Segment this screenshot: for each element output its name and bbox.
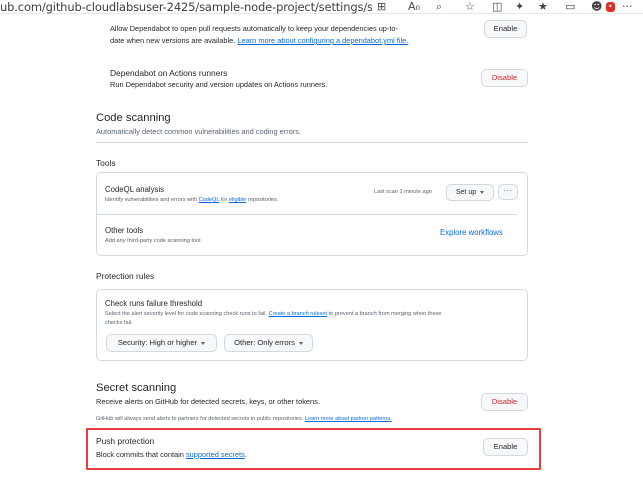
push-protection-highlight (86, 428, 541, 470)
tools-divider (97, 214, 517, 215)
eligible-link[interactable]: eligible (229, 197, 246, 203)
chevron-down-icon (298, 341, 303, 345)
dependabot-runners-desc: Run Dependabot security and version upda… (110, 80, 328, 89)
dependabot-runners-disable-button[interactable]: Disable (481, 69, 528, 87)
extensions-icon[interactable]: ✦ (515, 0, 524, 14)
partner-patterns-note: GitHub will always send alerts to partne… (96, 416, 392, 422)
notification-badge: • (606, 2, 615, 12)
dependabot-updates-desc-line2: date when new versions are available. Le… (110, 36, 409, 45)
chevron-down-icon (480, 190, 485, 194)
codeql-desc: Identify vulnerabilities and errors with… (105, 197, 279, 203)
codeql-more-button[interactable]: ··· (498, 184, 518, 200)
profile-icon[interactable]: ☻ (591, 0, 602, 14)
tools-heading: Tools (96, 158, 116, 168)
dependabot-runners-title: Dependabot on Actions runners (110, 68, 228, 78)
other-tools-desc: Add any third-party code scanning tool. (105, 238, 203, 244)
codeql-title: CodeQL analysis (105, 185, 165, 194)
favorites-list-icon[interactable]: ★ (538, 0, 548, 14)
explore-workflows-link[interactable]: Explore workflows (440, 228, 503, 237)
browser-menu-icon[interactable]: ··· (622, 0, 633, 14)
divider (96, 142, 528, 143)
protection-rules-heading: Protection rules (96, 271, 155, 281)
codeql-last-scan: Last scan 1 minute ago (374, 189, 432, 195)
address-bar[interactable]: ub.com/github-cloudlabsuser-2425/sample-… (0, 0, 372, 14)
collections-icon[interactable]: ▭ (565, 0, 575, 14)
browser-toolbar: ub.com/github-cloudlabsuser-2425/sample-… (0, 0, 643, 14)
zoom-icon[interactable]: ⌕ (436, 0, 442, 14)
code-scanning-subheading: Automatically detect common vulnerabilit… (96, 127, 301, 136)
secret-scanning-heading: Secret scanning (96, 382, 177, 394)
code-scanning-heading: Code scanning (96, 112, 171, 124)
security-severity-select[interactable]: Security: High or higher (106, 334, 217, 352)
other-severity-select[interactable]: Other: Only errors (224, 334, 313, 352)
check-runs-desc-line2: checks fail. (105, 320, 133, 326)
read-aloud-icon[interactable]: A₀ (408, 0, 420, 14)
codeql-link[interactable]: CodeQL (199, 197, 220, 203)
secret-scanning-disable-button[interactable]: Disable (481, 393, 528, 411)
favorite-star-icon[interactable]: ☆ (465, 0, 475, 14)
secret-scanning-desc: Receive alerts on GitHub for detected se… (96, 397, 320, 406)
configure-dependabot-link[interactable]: Learn more about configuring a dependabo… (237, 36, 408, 45)
check-runs-title: Check runs failure threshold (105, 299, 203, 308)
split-screen-icon[interactable]: ◫ (492, 0, 502, 14)
partner-patterns-link[interactable]: Learn more about partner patterns. (305, 416, 392, 422)
other-tools-title: Other tools (105, 226, 144, 235)
codeql-setup-button[interactable]: Set up (446, 184, 494, 201)
chevron-down-icon (201, 341, 206, 345)
check-runs-desc: Select the alert severity level for code… (105, 311, 442, 317)
create-branch-ruleset-link[interactable]: Create a branch ruleset (269, 311, 327, 317)
dependabot-updates-enable-button[interactable]: Enable (484, 20, 527, 38)
dependabot-updates-desc-line1: Allow Dependabot to open pull requests a… (110, 24, 399, 33)
grid-icon[interactable]: ⊞ (377, 0, 386, 14)
